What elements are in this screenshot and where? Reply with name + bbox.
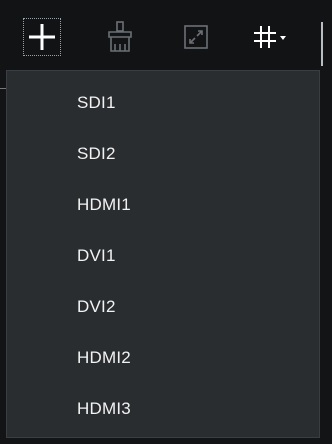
- menu-item-label: DVI1: [77, 245, 116, 265]
- grid-dropdown-button[interactable]: [251, 17, 291, 57]
- expand-icon: [184, 25, 208, 49]
- menu-item-label: SDI1: [77, 92, 116, 112]
- menu-item-label: HDMI3: [77, 398, 131, 418]
- plus-icon: [29, 24, 55, 50]
- menu-item-hdmi2[interactable]: HDMI2: [7, 332, 319, 383]
- menu-item-label: HDMI1: [77, 194, 131, 214]
- menu-item-sdi2[interactable]: SDI2: [7, 128, 319, 179]
- menu-item-dvi1[interactable]: DVI1: [7, 230, 319, 281]
- menu-item-label: DVI2: [77, 296, 116, 316]
- app-window: SDI1 SDI2 HDMI1 DVI1 DVI2 HDMI2 HDMI3: [0, 0, 332, 444]
- menu-item-label: SDI2: [77, 143, 116, 163]
- menu-item-label: HDMI2: [77, 347, 131, 367]
- menu-item-dvi2[interactable]: DVI2: [7, 281, 319, 332]
- toolbar-separator: [321, 22, 323, 66]
- clear-button[interactable]: [100, 17, 140, 57]
- add-button[interactable]: [22, 17, 62, 57]
- grid-dropdown-icon: [254, 26, 286, 48]
- menu-item-sdi1[interactable]: SDI1: [7, 77, 319, 128]
- fullscreen-button[interactable]: [176, 17, 216, 57]
- toolbar: [0, 0, 332, 70]
- input-source-menu: SDI1 SDI2 HDMI1 DVI1 DVI2 HDMI2 HDMI3: [6, 70, 320, 438]
- brush-icon: [108, 21, 132, 52]
- menu-item-hdmi1[interactable]: HDMI1: [7, 179, 319, 230]
- menu-item-hdmi3[interactable]: HDMI3: [7, 383, 319, 434]
